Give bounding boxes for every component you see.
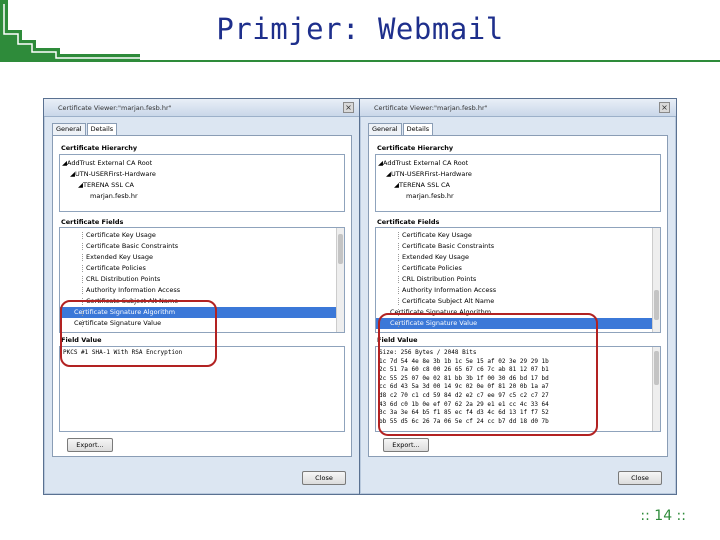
field-row[interactable]: Authority Information Access	[60, 285, 344, 296]
close-window-icon[interactable]: ×	[343, 102, 354, 113]
close-window-icon[interactable]: ×	[659, 102, 670, 113]
tree-item[interactable]: ◢UTN-USERFirst-Hardware	[376, 169, 660, 180]
hierarchy-tree[interactable]: ◢AddTrust External CA Root ◢UTN-USERFirs…	[375, 154, 661, 212]
fields-scrollbar[interactable]	[336, 228, 344, 332]
close-button[interactable]: Close	[618, 471, 662, 485]
scrollbar-thumb[interactable]	[654, 290, 659, 320]
slide-header: Primjer: Webmail	[0, 0, 720, 62]
field-row[interactable]: Certificate Basic Constraints	[60, 241, 344, 252]
slide-title: Primjer: Webmail	[216, 12, 504, 46]
fields-scrollbar[interactable]	[652, 228, 660, 332]
field-row[interactable]: Certificate Policies	[376, 263, 660, 274]
tab-bar: General Details	[52, 123, 118, 136]
window-title: Certificate Viewer:"marjan.fesb.hr"	[58, 104, 172, 112]
tree-item[interactable]: marjan.fesb.hr	[60, 191, 344, 202]
field-row[interactable]: Certificate Basic Constraints	[376, 241, 660, 252]
field-row[interactable]: Extended Key Usage	[376, 252, 660, 263]
window-titlebar: Certificate Viewer:"marjan.fesb.hr" ×	[44, 99, 360, 117]
tab-general[interactable]: General	[52, 123, 86, 135]
field-row[interactable]: CRL Distribution Points	[376, 274, 660, 285]
export-button[interactable]: Export...	[383, 438, 429, 452]
certificate-viewer-window-left: Certificate Viewer:"marjan.fesb.hr" × Ge…	[43, 98, 361, 495]
fields-label: Certificate Fields	[61, 218, 124, 226]
tree-item[interactable]: ◢UTN-USERFirst-Hardware	[60, 169, 344, 180]
export-button[interactable]: Export...	[67, 438, 113, 452]
field-row[interactable]: Certificate Key Usage	[60, 230, 344, 241]
tree-item[interactable]: marjan.fesb.hr	[376, 191, 660, 202]
highlight-signature-algorithm	[60, 300, 217, 367]
field-row[interactable]: Certificate Policies	[60, 263, 344, 274]
value-scrollbar[interactable]	[652, 347, 660, 431]
highlight-signature-value	[378, 313, 598, 436]
tree-item[interactable]: ◢AddTrust External CA Root	[376, 158, 660, 169]
scrollbar-thumb[interactable]	[338, 234, 343, 264]
tree-item[interactable]: ◢TERENA SSL CA	[60, 180, 344, 191]
field-row[interactable]: Certificate Key Usage	[376, 230, 660, 241]
details-panel: Certificate Hierarchy ◢AddTrust External…	[52, 135, 352, 457]
tab-general[interactable]: General	[368, 123, 402, 135]
tree-item[interactable]: ◢AddTrust External CA Root	[60, 158, 344, 169]
fields-label: Certificate Fields	[377, 218, 440, 226]
scrollbar-thumb[interactable]	[654, 351, 659, 385]
hierarchy-label: Certificate Hierarchy	[61, 144, 138, 152]
hierarchy-label: Certificate Hierarchy	[377, 144, 454, 152]
hierarchy-tree[interactable]: ◢AddTrust External CA Root ◢UTN-USERFirs…	[59, 154, 345, 212]
field-row[interactable]: Extended Key Usage	[60, 252, 344, 263]
tree-item[interactable]: ◢TERENA SSL CA	[376, 180, 660, 191]
close-button[interactable]: Close	[302, 471, 346, 485]
window-title: Certificate Viewer:"marjan.fesb.hr"	[374, 104, 488, 112]
field-row[interactable]: Certificate Subject Alt Name	[376, 296, 660, 307]
field-row[interactable]: CRL Distribution Points	[60, 274, 344, 285]
field-row[interactable]: Authority Information Access	[376, 285, 660, 296]
page-number: :: 14 ::	[640, 508, 686, 524]
tab-bar: General Details	[368, 123, 434, 136]
window-titlebar: Certificate Viewer:"marjan.fesb.hr" ×	[360, 99, 676, 117]
